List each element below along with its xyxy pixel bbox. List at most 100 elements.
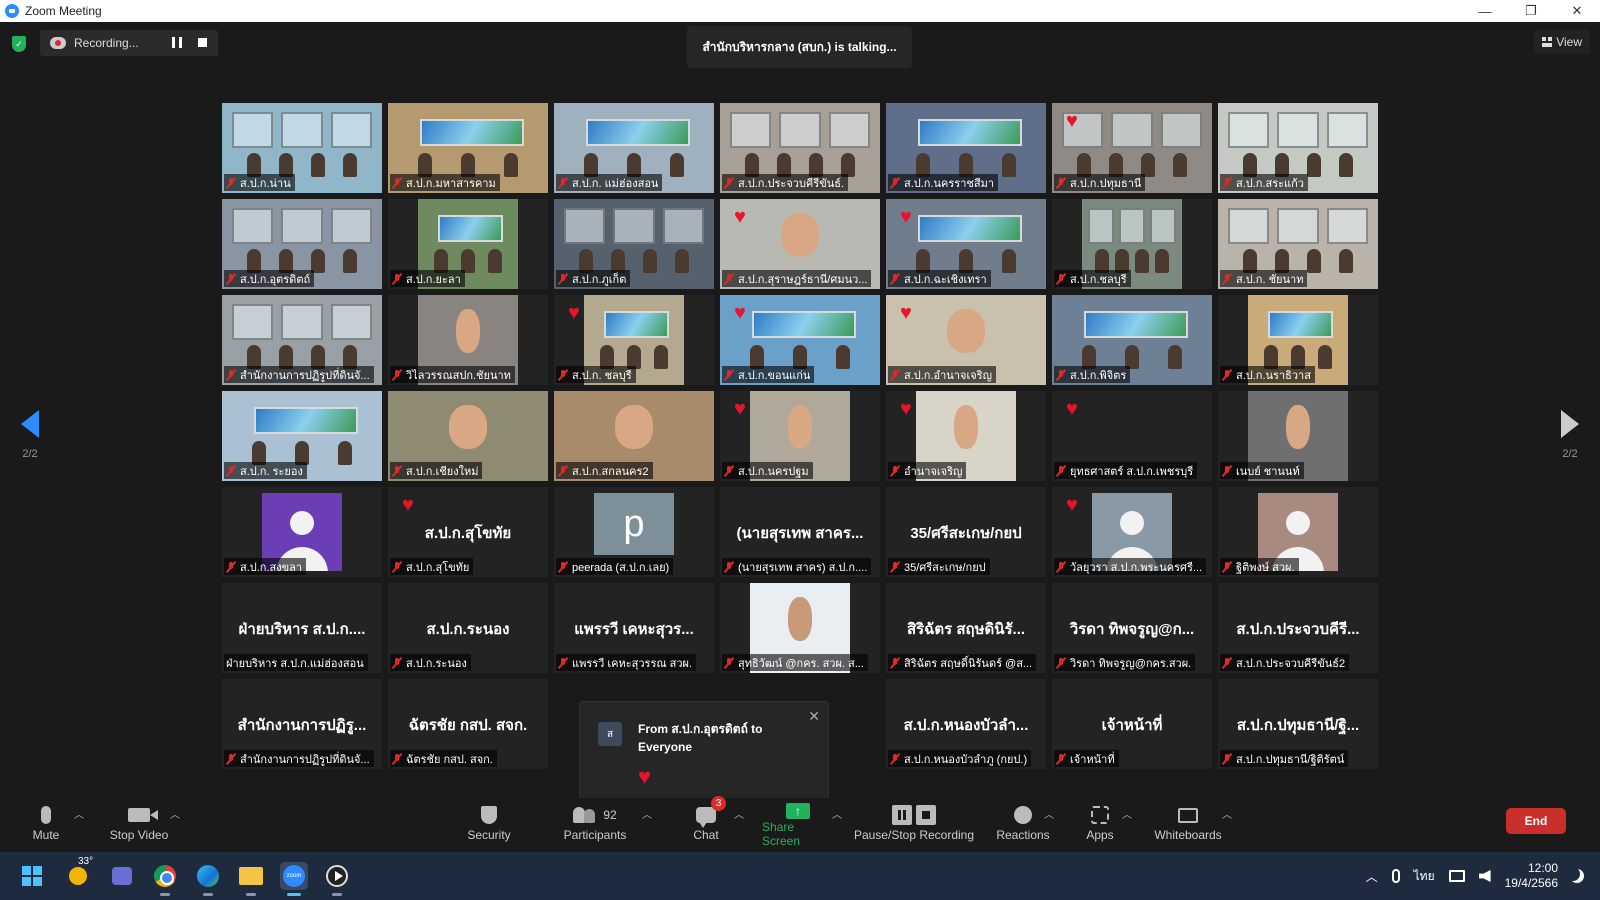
whiteboards-label: Whiteboards — [1154, 828, 1222, 842]
participant-tile[interactable]: ฝ่ายบริหาร ส.ป.ก.... ฝ่ายบริหาร ส.ป.ก.แม่… — [222, 583, 382, 673]
participant-tile[interactable]: ส.ป.ก. ระยอง — [222, 391, 382, 481]
participant-tile[interactable]: ฐิติพงษ์ สวผ. — [1218, 487, 1378, 577]
participant-tile[interactable]: ♥ ส.ป.ก.นครปฐม — [720, 391, 880, 481]
reactions-button[interactable]: Reactions — [996, 802, 1050, 848]
participant-tile[interactable]: ส.ป.ก.สงขลา — [222, 487, 382, 577]
share-screen-button[interactable]: ↑ Share Screen — [762, 802, 834, 848]
input-language[interactable]: ไทย — [1414, 867, 1435, 886]
mute-button[interactable]: Mute — [28, 802, 64, 848]
participant-tile[interactable]: ส.ป.ก.สุโขทัย ♥ ส.ป.ก.สุโขทัย — [388, 487, 548, 577]
taskbar-file-explorer[interactable] — [237, 862, 265, 896]
participant-tile[interactable]: เนบย์ ชานนท์ — [1218, 391, 1378, 481]
window-pane — [828, 112, 871, 148]
taskbar-chrome[interactable] — [151, 862, 179, 896]
participant-face — [448, 405, 488, 449]
maximize-button[interactable]: ❐ — [1508, 0, 1554, 22]
participant-tile[interactable]: ส.ป.ก.ปทุมธานี/ฐิ... ส.ป.ก.ปทุมธานี/ฐิติร… — [1218, 679, 1378, 769]
stop-recording-icon[interactable] — [198, 38, 207, 47]
chat-options-caret[interactable]: ︿ — [734, 806, 744, 821]
stop-video-button[interactable]: Stop Video — [106, 802, 172, 848]
minimize-button[interactable]: — — [1462, 0, 1508, 22]
chat-button[interactable]: 3 Chat — [690, 796, 726, 848]
muted-mic-icon — [558, 273, 568, 285]
pause-recording-icon[interactable] — [172, 37, 182, 48]
participant-tile[interactable]: วิรดา ทิพจรูญ@ก... วิรดา ทิพจรูญ@กคร.สวผ. — [1052, 583, 1212, 673]
participant-tile[interactable]: สำนักงานการปฏิรูปที่ดินจั... — [222, 295, 382, 385]
participant-tile[interactable]: สุทธิวัฒน์ @กคร. สวผ. ส... — [720, 583, 880, 673]
chat-notification[interactable]: ส From ส.ป.ก.อุตรดิตถ์ to Everyone ✕ ♥ — [579, 701, 829, 816]
participant-tile[interactable]: ♥ ส.ป.ก.อำนาจเจริญ — [886, 295, 1046, 385]
whiteboards-options-caret[interactable]: ︿ — [1222, 806, 1232, 821]
participants-button[interactable]: 92 Participants — [560, 802, 630, 848]
tray-microphone-icon[interactable] — [1391, 869, 1400, 883]
close-window-button[interactable]: ✕ — [1554, 0, 1600, 22]
apps-options-caret[interactable]: ︿ — [1122, 806, 1132, 821]
participant-name: ส.ป.ก.ประจวบคีรีขันธ์. — [738, 177, 845, 190]
participant-tile[interactable]: ส.ป.ก.อุตรดิตถ์ — [222, 199, 382, 289]
weather-widget[interactable]: 33° — [64, 856, 93, 890]
focus-assist-moon-icon[interactable] — [1570, 869, 1584, 883]
taskbar-meet-app[interactable] — [108, 862, 136, 890]
participant-tile[interactable]: ส.ป.ก.ระนอง ส.ป.ก.ระนอง — [388, 583, 548, 673]
participant-tile[interactable]: ♥ ส.ป.ก.ฉะเชิงเทรา — [886, 199, 1046, 289]
apps-button[interactable]: Apps — [1084, 802, 1116, 848]
view-button[interactable]: View — [1534, 30, 1590, 54]
video-options-caret[interactable]: ︿ — [170, 806, 180, 821]
share-options-caret[interactable]: ︿ — [832, 806, 842, 821]
reactions-options-caret[interactable]: ︿ — [1044, 806, 1054, 821]
participant-tile[interactable]: ส.ป.ก.ยะลา — [388, 199, 548, 289]
taskbar-media-player[interactable] — [323, 862, 351, 896]
close-icon[interactable]: ✕ — [808, 708, 820, 725]
participant-tile[interactable]: ส.ป.ก.มหาสารคาม — [388, 103, 548, 193]
participant-tile[interactable]: วิไลวรรณสปก.ชัยนาท — [388, 295, 548, 385]
audio-options-caret[interactable]: ︿ — [74, 806, 84, 821]
whiteboards-button[interactable]: Whiteboards — [1150, 802, 1226, 848]
participant-tile[interactable]: ส.ป.ก.ชลบุรี — [1052, 199, 1212, 289]
participant-tile[interactable]: แพรรวี เคหะสุวร... แพรรวี เคหะสุวรรณ สวผ. — [554, 583, 714, 673]
participant-tile[interactable]: ส.ป.ก.นครราชสีมา — [886, 103, 1046, 193]
participant-tile[interactable]: ♥ วัลยุวรา ส.ป.ก.พระนครศรี... — [1052, 487, 1212, 577]
previous-page-button[interactable]: 2/2 — [10, 410, 50, 470]
taskbar-edge[interactable] — [194, 862, 222, 896]
participant-name-label: 35/ศรีสะเกษ/กยป — [888, 558, 990, 575]
participant-tile[interactable]: ส.ป.ก.ประจวบคีรี... ส.ป.ก.ประจวบคีรีขันธ์… — [1218, 583, 1378, 673]
clock[interactable]: 12:00 19/4/2566 — [1505, 861, 1558, 891]
participant-tile[interactable]: ส.ป.ก.นราธิวาส — [1218, 295, 1378, 385]
backdrop-banner — [918, 119, 1022, 147]
participant-tile[interactable]: เจ้าหน้าที่ เจ้าหน้าที่ — [1052, 679, 1212, 769]
participant-tile[interactable]: ส.ป.ก.ภูเก็ต — [554, 199, 714, 289]
participant-tile[interactable]: p peerada (ส.ป.ก.เลย) — [554, 487, 714, 577]
participant-tile[interactable]: ส.ป.ก.หนองบัวลำ... ส.ป.ก.หนองบัวลำภู (กยป… — [886, 679, 1046, 769]
participants-options-caret[interactable]: ︿ — [642, 806, 652, 821]
security-button[interactable]: Security — [464, 802, 514, 848]
participant-tile[interactable]: สำนักงานการปฏิรู... สำนักงานการปฏิรูปที่ด… — [222, 679, 382, 769]
participant-name: เจ้าหน้าที่ — [1070, 753, 1115, 766]
participant-tile[interactable]: ส.ป.ก.สระแก้ว — [1218, 103, 1378, 193]
participant-tile[interactable]: สิริฉัตร สฤษดินิรั... สิริฉัตร สฤษดิ์นิรั… — [886, 583, 1046, 673]
next-page-button[interactable]: 2/2 — [1550, 410, 1590, 470]
volume-icon[interactable] — [1478, 870, 1491, 882]
taskbar-zoom[interactable]: zoom — [280, 862, 308, 896]
network-icon[interactable] — [1448, 870, 1465, 882]
participant-tile[interactable]: ส.ป.ก.สกลนคร2 — [554, 391, 714, 481]
start-button[interactable] — [18, 862, 46, 890]
participant-tile[interactable]: ส.ป.ก. แม่ฮ่องสอน — [554, 103, 714, 193]
end-meeting-button[interactable]: End — [1506, 808, 1566, 834]
participant-tile[interactable]: ♥ ส.ป.ก.ขอนแก่น — [720, 295, 880, 385]
participant-tile[interactable]: ♥ ส.ป.ก.สุราษฎร์ธานี/ศมนว... — [720, 199, 880, 289]
participant-tile[interactable]: ♥ อำนาจเจริญ — [886, 391, 1046, 481]
participant-tile[interactable]: ฉัตรชัย กสป. สจก. ฉัตรชัย กสป. สจก. — [388, 679, 548, 769]
pause-stop-recording-button[interactable]: Pause/Stop Recording — [852, 802, 976, 848]
participant-tile[interactable]: 35/ศรีสะเกษ/กยป 35/ศรีสะเกษ/กยป — [886, 487, 1046, 577]
participant-tile[interactable]: ส.ป.ก. ชัยนาท — [1218, 199, 1378, 289]
participant-tile[interactable]: ส.ป.ก.ประจวบคีรีขันธ์. — [720, 103, 880, 193]
participant-tile[interactable]: ♥ ส.ป.ก. ชลบุรี — [554, 295, 714, 385]
encryption-shield-icon[interactable]: ✓ — [12, 36, 26, 52]
participant-tile[interactable]: ♥ ยุทธศาสตร์ ส.ป.ก.เพชรบุรี — [1052, 391, 1212, 481]
show-hidden-icons-chevron-icon[interactable]: ︿ — [1366, 868, 1378, 885]
participant-tile[interactable]: ♥ ส.ป.ก.ปทุมธานี — [1052, 103, 1212, 193]
participant-tile[interactable]: ส.ป.ก.เชียงใหม่ — [388, 391, 548, 481]
participant-tile[interactable]: ส.ป.ก.พิจิตร — [1052, 295, 1212, 385]
participant-tile[interactable]: (นายสุรเทพ สาคร... (นายสุรเทพ สาคร) ส.ป.ก… — [720, 487, 880, 577]
participant-tile[interactable]: ส.ป.ก.น่าน — [222, 103, 382, 193]
